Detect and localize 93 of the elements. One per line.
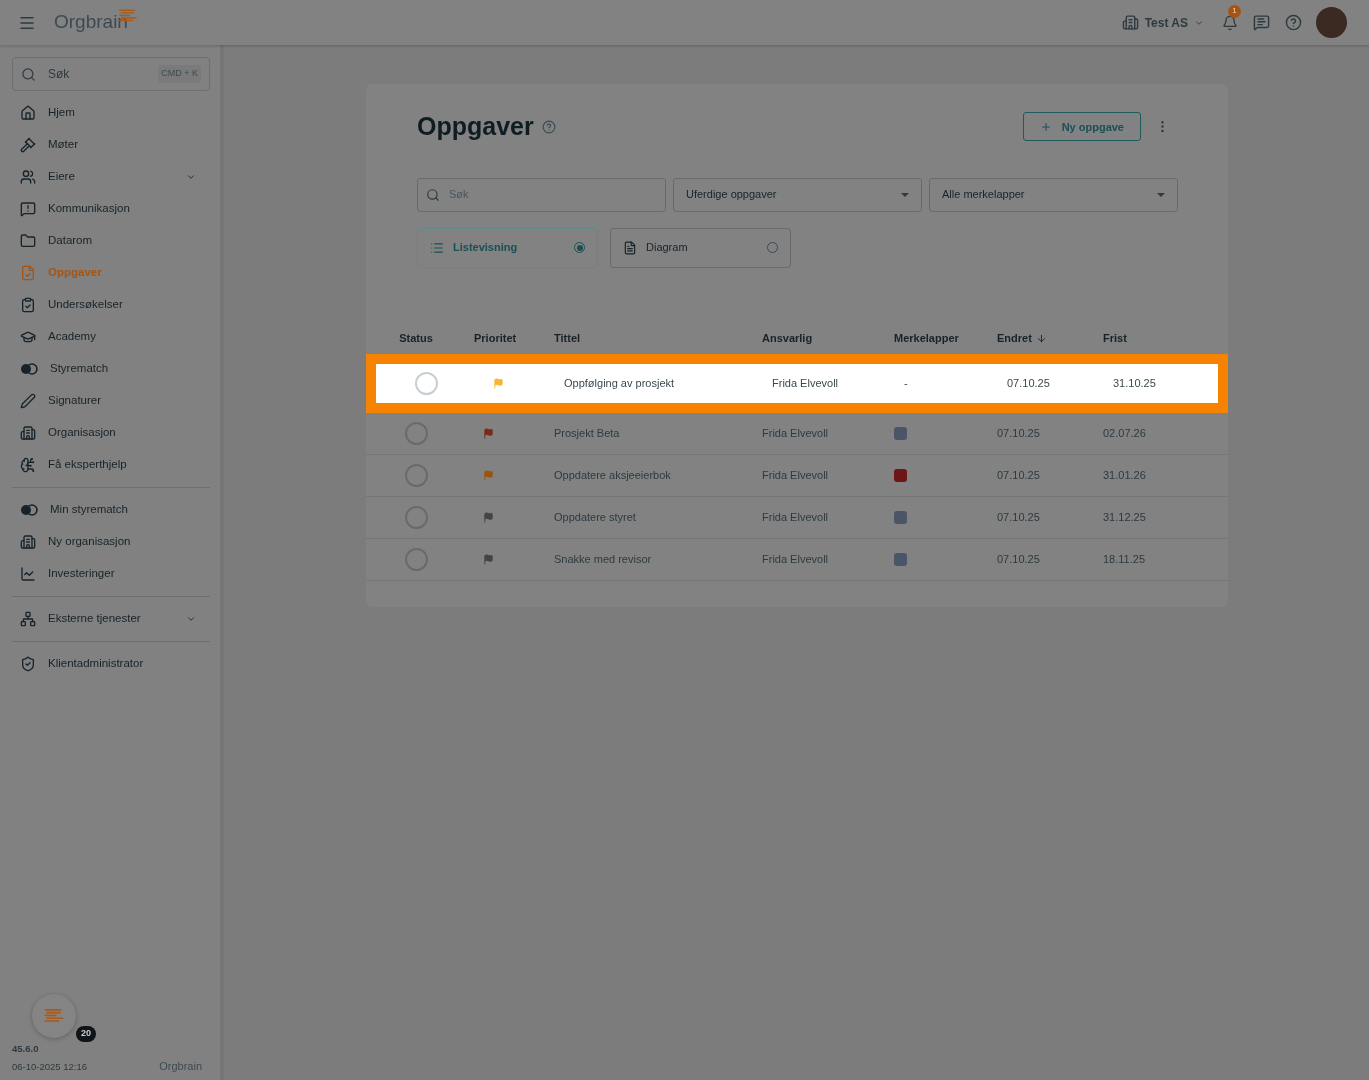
sidebar-item[interactable]: Signaturer bbox=[12, 385, 210, 417]
task-row[interactable]: Prosjekt Beta Frida Elvevoll 07.10.25 02.07.26 bbox=[366, 412, 1228, 455]
task-row[interactable]: Oppdatere styret Frida Elvevoll 07.10.25 31.12.25 bbox=[366, 496, 1228, 539]
due-date: 31.12.25 bbox=[1103, 510, 1146, 523]
footer-logo: Orgbrain bbox=[159, 1058, 202, 1074]
sidebar-item[interactable]: Kommunikasjon bbox=[12, 193, 210, 225]
message-icon bbox=[20, 201, 36, 217]
clipboard-icon bbox=[20, 297, 36, 313]
tags-dropdown[interactable]: Alle merkelapper bbox=[929, 177, 1178, 212]
help-icon bbox=[541, 119, 556, 134]
assistant-button[interactable] bbox=[32, 993, 76, 1038]
sidebar-item[interactable]: Møter bbox=[12, 129, 210, 161]
sidebar-item[interactable]: Datarom bbox=[12, 225, 210, 257]
sidebar-item[interactable]: Investeringer bbox=[12, 558, 210, 590]
notifications-icon[interactable] bbox=[1222, 14, 1238, 31]
column-header: Frist bbox=[1103, 331, 1127, 347]
count-badge: 20 bbox=[76, 1026, 96, 1042]
building-icon bbox=[20, 425, 36, 441]
list-icon bbox=[430, 240, 444, 255]
sidebar-item[interactable]: Eiere bbox=[12, 161, 210, 193]
changed-date: 07.10.25 bbox=[997, 426, 1040, 439]
circles-icon bbox=[20, 501, 38, 519]
chart-icon bbox=[20, 566, 36, 582]
search-input[interactable]: Søk bbox=[48, 65, 138, 83]
graduation-cap-icon bbox=[20, 329, 36, 345]
logo: Orgbrain bbox=[54, 10, 128, 35]
owner-name: Frida Elvevoll bbox=[772, 376, 839, 389]
pen-icon bbox=[20, 393, 36, 409]
sort-arrow-icon bbox=[1035, 333, 1047, 344]
changed-date: 07.10.25 bbox=[997, 552, 1040, 565]
new-task-button[interactable]: Ny oppgave bbox=[1022, 112, 1141, 142]
sidebar-item[interactable]: Styrematch bbox=[12, 353, 210, 385]
column-header: Tittel bbox=[554, 331, 581, 347]
sidebar-item[interactable]: Ny organisasjon bbox=[12, 526, 210, 558]
page-title: Oppgaver bbox=[417, 111, 534, 142]
tag-placeholder: - bbox=[904, 376, 908, 389]
search-icon bbox=[426, 187, 440, 202]
document-icon bbox=[623, 240, 637, 255]
task-row[interactable]: Oppdatere aksjeeierbok Frida Elvevoll 07.10.25 31.01.26 bbox=[366, 454, 1228, 497]
circles-icon bbox=[20, 360, 38, 378]
folder-icon bbox=[20, 233, 36, 249]
company-selector[interactable]: Test AS bbox=[1121, 13, 1204, 32]
status-dropdown[interactable]: Uferdige oppgaver bbox=[673, 177, 922, 212]
task-row[interactable]: Oppfølging av prosjekt Frida Elvevoll - 07.10.25 31.10.25 bbox=[366, 353, 1228, 413]
owner-name: Frida Elvevoll bbox=[762, 552, 829, 565]
owner-name: Frida Elvevoll bbox=[762, 426, 829, 439]
sidebar-item[interactable]: Eksterne tjenester bbox=[12, 603, 210, 635]
sidebar-item[interactable]: Min styrematch bbox=[12, 494, 210, 526]
messages-icon[interactable] bbox=[1253, 14, 1270, 31]
task-title: Oppdatere aksjeeierbok bbox=[554, 468, 671, 481]
view-option[interactable]: Listevisning bbox=[417, 227, 598, 268]
column-header: Prioritet bbox=[474, 331, 517, 347]
network-icon bbox=[20, 611, 36, 627]
plus-icon bbox=[1039, 120, 1052, 133]
document-check-icon bbox=[20, 265, 36, 281]
sidebar-item[interactable]: Academy bbox=[12, 321, 210, 353]
owner-name: Frida Elvevoll bbox=[762, 468, 829, 481]
column-header: Ansvarlig bbox=[762, 331, 813, 347]
notification-badge: 1 bbox=[1228, 4, 1241, 18]
column-header[interactable]: Endret bbox=[997, 330, 1047, 347]
sidebar-item[interactable]: Hjem bbox=[12, 97, 210, 129]
task-title: Oppfølging av prosjekt bbox=[564, 376, 675, 389]
building-icon bbox=[20, 534, 36, 550]
task-title: Prosjekt Beta bbox=[554, 426, 620, 439]
sidebar-item[interactable]: Undersøkelser bbox=[12, 289, 210, 321]
changed-date: 07.10.25 bbox=[997, 468, 1040, 481]
sidebar-item[interactable]: Få eksperthjelp bbox=[12, 449, 210, 481]
changed-date: 07.10.25 bbox=[997, 510, 1040, 523]
sidebar-item[interactable]: Klientadministrator bbox=[12, 648, 210, 680]
task-row[interactable]: Snakke med revisor Frida Elvevoll 07.10.25 18.11.25 bbox=[366, 538, 1228, 581]
shield-icon bbox=[20, 656, 36, 672]
column-header: Status bbox=[399, 331, 433, 347]
version-label: 45.6.0 bbox=[12, 1041, 40, 1056]
gavel-icon bbox=[20, 137, 36, 153]
search-icon bbox=[21, 66, 36, 82]
build-date: 06-10-2025 12:16 bbox=[12, 1059, 87, 1074]
column-header: Merkelapper bbox=[894, 331, 959, 347]
help-icon[interactable] bbox=[1285, 14, 1302, 31]
due-date: 18.11.25 bbox=[1103, 552, 1145, 565]
sidebar-item[interactable]: Organisasjon bbox=[12, 417, 210, 449]
home-icon bbox=[20, 105, 36, 121]
due-date: 31.01.26 bbox=[1103, 468, 1146, 481]
task-title: Oppdatere styret bbox=[554, 510, 636, 523]
owner-name: Frida Elvevoll bbox=[762, 510, 829, 523]
view-option[interactable]: Diagram bbox=[610, 227, 791, 268]
changed-date: 07.10.25 bbox=[1007, 376, 1050, 389]
due-date: 02.07.26 bbox=[1103, 426, 1146, 439]
due-date: 31.10.25 bbox=[1113, 376, 1156, 389]
brain-icon bbox=[20, 457, 36, 473]
task-title: Snakke med revisor bbox=[554, 552, 652, 565]
people-icon bbox=[20, 169, 36, 185]
avatar[interactable] bbox=[1316, 7, 1347, 38]
building-icon bbox=[1121, 14, 1139, 31]
